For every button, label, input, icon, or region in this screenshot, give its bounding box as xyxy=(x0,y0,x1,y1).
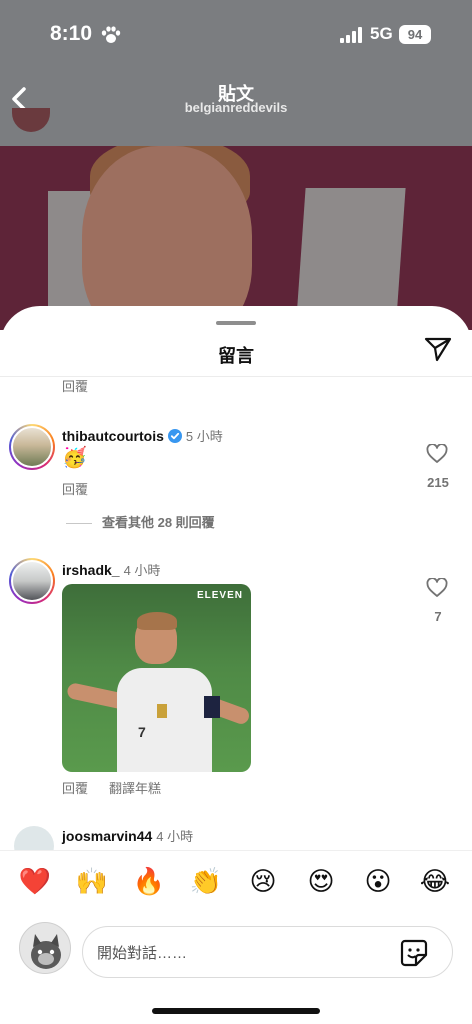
translate-button[interactable]: 翻譯年糕 xyxy=(109,778,161,797)
post-image xyxy=(0,146,472,330)
comment-header: irshadk_ 4 小時 xyxy=(62,560,160,579)
sheet-grabber[interactable] xyxy=(216,321,256,325)
status-bar: 8:10 5G 94 xyxy=(0,0,472,70)
network-label: 5G xyxy=(370,24,393,43)
home-indicator xyxy=(152,1008,320,1014)
sheet-title: 留言 xyxy=(218,346,254,366)
status-time: 8:10 xyxy=(50,22,93,45)
commenter-username[interactable]: thibautcourtois xyxy=(62,428,164,444)
commenter-avatar[interactable] xyxy=(9,558,55,604)
comment-composer xyxy=(0,912,472,1024)
cat-avatar-icon xyxy=(20,923,70,973)
gif-watermark: ELEVEN xyxy=(196,590,243,601)
sticker-icon[interactable] xyxy=(399,938,429,968)
reply-button[interactable]: 回覆 xyxy=(62,479,88,498)
comment-header: thibautcourtois 5 小時 xyxy=(62,426,223,445)
comment-input-box xyxy=(82,926,453,978)
comment-gif[interactable]: ELEVEN 7 xyxy=(62,584,251,772)
comment-text: 🥳 xyxy=(62,445,87,469)
paw-icon xyxy=(101,26,121,43)
view-more-replies[interactable]: 查看其他 28 則回覆 xyxy=(66,512,215,531)
reply-button[interactable]: 回覆 xyxy=(62,778,88,797)
my-avatar xyxy=(19,922,71,974)
comments-sheet: 留言 回覆 thibautcourtois 5 小時 🥳 回覆 215 查看其他 … xyxy=(0,306,472,1024)
heart-icon[interactable] xyxy=(426,578,448,598)
battery-indicator: 94 xyxy=(399,25,431,44)
commenter-username[interactable]: joosmarvin44 xyxy=(62,828,152,844)
comment-header: joosmarvin44 4 小時 xyxy=(62,826,193,845)
verified-badge-icon xyxy=(167,429,182,443)
heart-icon[interactable] xyxy=(426,444,448,464)
reply-button[interactable]: 回覆 xyxy=(62,376,88,395)
emoji-laughing[interactable]: 😂 xyxy=(418,865,452,899)
commenter-username[interactable]: irshadk_ xyxy=(62,562,120,578)
emoji-fire[interactable]: 🔥 xyxy=(132,865,166,899)
post-author-username[interactable]: belgianreddevils xyxy=(0,100,472,115)
emoji-crying[interactable]: 😢 xyxy=(246,865,280,899)
commenter-avatar[interactable] xyxy=(9,424,55,470)
emoji-surprised[interactable]: 😮 xyxy=(361,865,395,899)
signal-icon xyxy=(340,27,362,43)
comment-time: 5 小時 xyxy=(185,429,223,444)
emoji-bar: ❤️ 🙌 🔥 👏 😢 😍 😮 😂 xyxy=(0,850,472,912)
view-more-line xyxy=(66,523,92,525)
emoji-heart[interactable]: ❤️ xyxy=(18,865,52,899)
like-count: 215 xyxy=(427,475,449,490)
post-header: 貼文 belgianreddevils xyxy=(0,74,472,144)
comment-input[interactable] xyxy=(97,941,387,965)
share-send-icon[interactable] xyxy=(424,336,452,362)
comment-time: 4 小時 xyxy=(123,563,161,578)
emoji-clap[interactable]: 👏 xyxy=(189,865,223,899)
emoji-raised-hands[interactable]: 🙌 xyxy=(75,865,109,899)
comment-time: 4 小時 xyxy=(156,829,194,844)
view-more-label: 查看其他 28 則回覆 xyxy=(102,515,215,530)
emoji-heart-eyes[interactable]: 😍 xyxy=(304,865,338,899)
like-count: 7 xyxy=(434,609,442,624)
jersey-number: 7 xyxy=(138,724,146,740)
post-background: 8:10 5G 94 貼文 belgianreddevils xyxy=(0,0,472,330)
